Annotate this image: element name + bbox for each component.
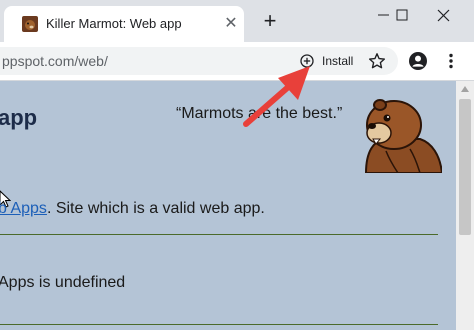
vertical-scrollbar[interactable]	[456, 81, 474, 330]
new-tab-button[interactable]: +	[259, 10, 281, 33]
star-icon[interactable]	[368, 52, 386, 70]
install-label: Install	[322, 54, 354, 68]
title-bar: Killer Marmot: Web app ✕ +	[0, 0, 474, 42]
app-info-rest: . Site which is a valid web app.	[46, 200, 265, 217]
page-content: app “Marmots are the best.” b Apps. Site…	[0, 81, 474, 330]
marmot-favicon-icon	[22, 16, 38, 32]
tab-close-icon[interactable]: ✕	[222, 15, 240, 33]
close-icon[interactable]	[426, 0, 462, 32]
menu-icon[interactable]	[442, 52, 460, 70]
section-divider-bottom	[0, 324, 438, 325]
account-icon[interactable]	[408, 51, 428, 71]
browser-tab[interactable]: Killer Marmot: Web app ✕	[4, 6, 244, 42]
address-bar[interactable]: ppspot.com/web/ Install	[0, 47, 398, 75]
maximize-icon[interactable]	[384, 0, 420, 32]
page-title: app	[0, 105, 38, 130]
scrollbar-thumb[interactable]	[459, 99, 471, 235]
status-text: Apps is undefined	[0, 274, 126, 291]
section-divider	[0, 234, 438, 235]
url-text[interactable]: ppspot.com/web/	[2, 53, 108, 69]
browser-toolbar: ppspot.com/web/ Install	[0, 42, 474, 80]
annotation-arrow-icon	[243, 66, 310, 127]
web-apps-link[interactable]: b Apps	[0, 200, 47, 217]
tab-title: Killer Marmot: Web app	[46, 16, 182, 31]
scroll-up-arrow-icon[interactable]	[459, 84, 471, 94]
app-info-text: b Apps. Site which is a valid web app.	[0, 200, 265, 218]
marmot-logo	[364, 99, 442, 173]
